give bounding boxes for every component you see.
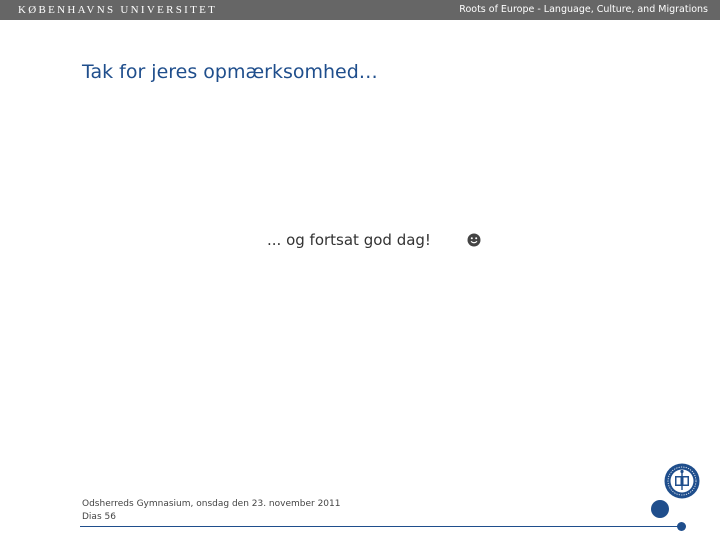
course-title: Roots of Europe - Language, Culture, and…: [459, 4, 708, 15]
footer-slide-number: Dias 56: [82, 512, 116, 522]
divider-end-dot: [677, 522, 686, 531]
footer-event: Odsherreds Gymnasium, onsdag den 23. nov…: [82, 499, 341, 509]
header-bar: KØBENHAVNS UNIVERSITET Roots of Europe -…: [0, 0, 720, 20]
footer-divider: [80, 526, 682, 527]
university-seal-logo: [664, 463, 700, 499]
closing-text: ... og fortsat god dag!: [267, 231, 431, 249]
university-name: KØBENHAVNS UNIVERSITET: [18, 4, 218, 16]
slide-title: Tak for jeres opmærksomhed…: [82, 61, 378, 83]
smiley-face-icon: [467, 233, 481, 247]
decorative-dot: [651, 500, 669, 518]
